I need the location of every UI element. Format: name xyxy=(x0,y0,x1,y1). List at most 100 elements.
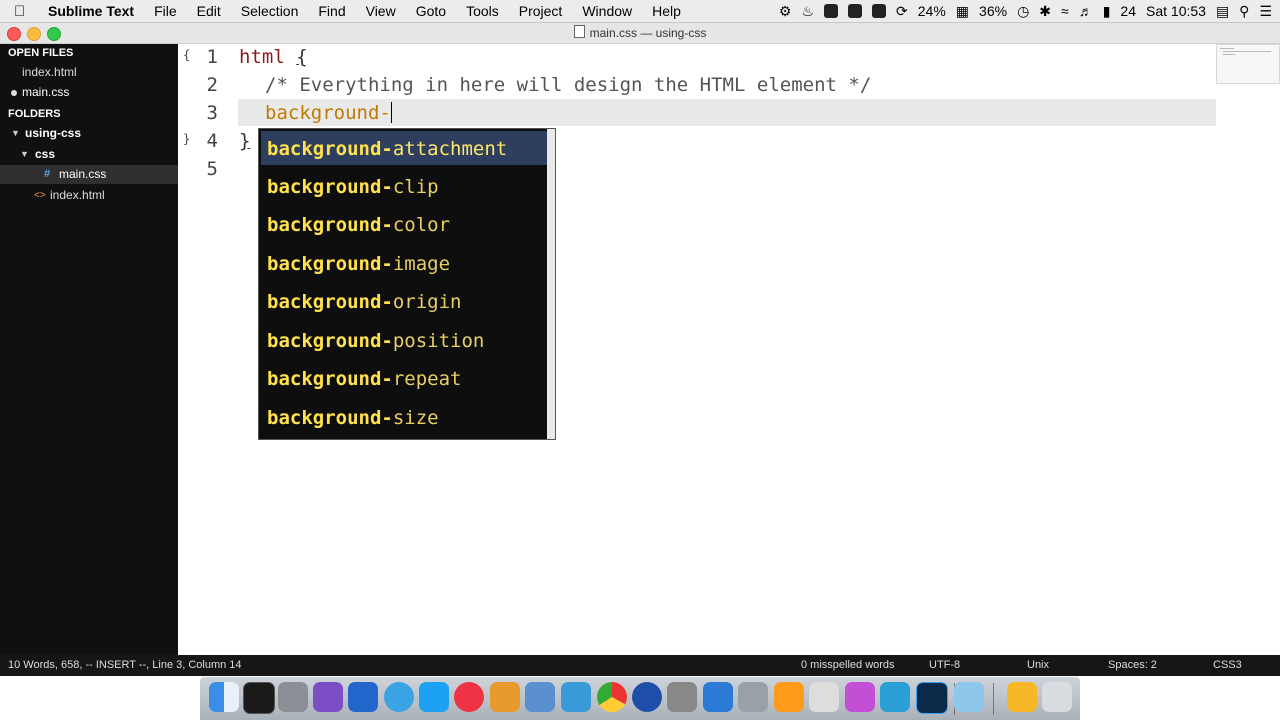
menu-help[interactable]: Help xyxy=(652,3,681,19)
folder-label: using-css xyxy=(25,126,82,140)
minimap[interactable] xyxy=(1216,44,1280,84)
time-machine-icon[interactable]: ◷ xyxy=(1017,3,1029,20)
match-prefix: background- xyxy=(267,253,393,275)
menu-selection[interactable]: Selection xyxy=(241,3,299,19)
file-label: index.html xyxy=(50,188,105,202)
clock[interactable]: Sat 10:53 xyxy=(1146,3,1206,19)
itunes-icon[interactable] xyxy=(454,682,484,712)
file-index-html[interactable]: <> index.html xyxy=(0,186,178,205)
menu-find[interactable]: Find xyxy=(318,3,345,19)
app-icon[interactable] xyxy=(845,682,875,712)
app-icon[interactable] xyxy=(384,682,414,712)
photoshop-icon[interactable] xyxy=(916,682,948,714)
autocomplete-popup[interactable]: background-attachment background-clip ba… xyxy=(258,128,556,440)
bookmark-icon[interactable] xyxy=(848,4,863,18)
date-label[interactable]: 24 xyxy=(1120,3,1136,19)
app-icon[interactable] xyxy=(703,682,733,712)
cpu-icon[interactable]: ▦ xyxy=(956,3,969,20)
html-file-icon: <> xyxy=(34,190,46,201)
autocomplete-item[interactable]: background-position xyxy=(261,323,551,357)
file-main-css[interactable]: # main.css xyxy=(0,165,178,184)
menu-edit[interactable]: Edit xyxy=(197,3,221,19)
completion-suffix: size xyxy=(392,407,439,429)
menu-project[interactable]: Project xyxy=(519,3,563,19)
gear-icon[interactable]: ⚙ xyxy=(779,3,792,20)
folder-icon[interactable] xyxy=(954,682,984,712)
indent-status[interactable]: Spaces: 2 xyxy=(1108,655,1157,676)
syntax-status[interactable]: CSS3 xyxy=(1213,655,1242,676)
autocomplete-item-selected[interactable]: background-attachment xyxy=(261,131,551,165)
line-number: 4 xyxy=(206,130,218,152)
apple-icon[interactable]:  xyxy=(14,3,36,20)
battery-percent-1[interactable]: 24% xyxy=(918,3,946,19)
match-prefix: background- xyxy=(267,291,393,313)
terminal-icon[interactable] xyxy=(243,682,275,714)
code-line-1: html { xyxy=(239,46,308,68)
window-title-text: main.css — using-css xyxy=(589,26,707,40)
app-icon[interactable] xyxy=(313,682,343,712)
trash-icon[interactable] xyxy=(1042,682,1072,712)
app-icon[interactable] xyxy=(880,682,910,712)
menu-window[interactable]: Window xyxy=(582,3,632,19)
sublime-text-icon[interactable] xyxy=(774,682,804,712)
line-number: 5 xyxy=(206,158,218,180)
completion-suffix: origin xyxy=(392,291,462,313)
list-icon[interactable]: ▤ xyxy=(1216,3,1229,20)
menu-icon[interactable]: ☰ xyxy=(1259,3,1272,20)
autocomplete-item[interactable]: background-image xyxy=(261,246,551,280)
shield-icon[interactable] xyxy=(872,4,887,18)
sidebar: OPEN FILES index.html main.css FOLDERS ▼… xyxy=(0,44,178,655)
open-file-label: index.html xyxy=(22,65,77,79)
system-icon[interactable] xyxy=(278,682,308,712)
app-icon[interactable] xyxy=(632,682,662,712)
status-text: 10 Words, 658, -- INSERT --, Line 3, Col… xyxy=(8,659,242,671)
twitter-icon[interactable] xyxy=(419,682,449,712)
volume-icon[interactable]: ♬ xyxy=(1079,3,1093,19)
open-brace: { xyxy=(296,46,308,68)
line-endings-status[interactable]: Unix xyxy=(1027,655,1049,676)
menu-goto[interactable]: Goto xyxy=(416,3,446,19)
app-icon[interactable] xyxy=(667,682,697,712)
autocomplete-item[interactable]: background-origin xyxy=(261,284,551,318)
menu-view[interactable]: View xyxy=(366,3,396,19)
app-icon[interactable] xyxy=(525,682,555,712)
battery-percent-2[interactable]: 36% xyxy=(979,3,1007,19)
line-number: 2 xyxy=(206,74,218,96)
folder-using-css[interactable]: ▼ using-css xyxy=(0,124,178,143)
bell-icon[interactable]: ♨ xyxy=(801,3,814,20)
battery-icon[interactable]: ▮ xyxy=(1103,3,1111,20)
app-icon[interactable] xyxy=(490,682,520,712)
open-file-main-css[interactable]: main.css xyxy=(0,83,178,102)
autocomplete-item[interactable]: background-color xyxy=(261,207,551,241)
dock-separator xyxy=(993,683,994,715)
autocomplete-scrollbar[interactable] xyxy=(547,129,555,439)
chrome-icon[interactable] xyxy=(597,682,627,712)
autocomplete-item[interactable]: background-clip xyxy=(261,169,551,203)
wifi-icon[interactable]: ≈ xyxy=(1061,3,1069,19)
app-icon[interactable] xyxy=(561,682,591,712)
search-icon[interactable]: ⚲ xyxy=(1239,3,1249,20)
disclosure-triangle-icon[interactable]: ▼ xyxy=(11,124,20,143)
menu-file[interactable]: File xyxy=(154,3,177,19)
app-icon[interactable] xyxy=(809,682,839,712)
completion-suffix: color xyxy=(392,214,451,236)
encoding-status[interactable]: UTF-8 xyxy=(929,655,960,676)
status-menu-area: ⚙ ♨ ⟳ 24% ▦ 36% ◷ ✱ ≈ ♬ ▮ 24 Sat 10:53 ▤… xyxy=(769,0,1272,22)
finder-icon[interactable] xyxy=(209,682,239,712)
menu-tools[interactable]: Tools xyxy=(466,3,499,19)
autocomplete-item[interactable]: background-repeat xyxy=(261,361,551,395)
app-icon[interactable] xyxy=(348,682,378,712)
camera-icon[interactable] xyxy=(824,4,839,18)
sketch-icon[interactable] xyxy=(1007,682,1037,712)
status-bar: 10 Words, 658, -- INSERT --, Line 3, Col… xyxy=(0,655,1280,676)
completion-suffix: clip xyxy=(392,176,439,198)
code-line-2-comment: /* Everything in here will design the HT… xyxy=(265,74,872,96)
bluetooth-icon[interactable]: ✱ xyxy=(1039,3,1051,20)
app-icon[interactable] xyxy=(738,682,768,712)
open-file-index-html[interactable]: index.html xyxy=(0,63,178,82)
disclosure-triangle-icon[interactable]: ▼ xyxy=(20,145,29,164)
sync-icon[interactable]: ⟳ xyxy=(896,3,908,20)
autocomplete-item[interactable]: background-size xyxy=(261,400,551,434)
folder-css[interactable]: ▼ css xyxy=(0,145,178,164)
menu-app-name[interactable]: Sublime Text xyxy=(48,3,134,19)
